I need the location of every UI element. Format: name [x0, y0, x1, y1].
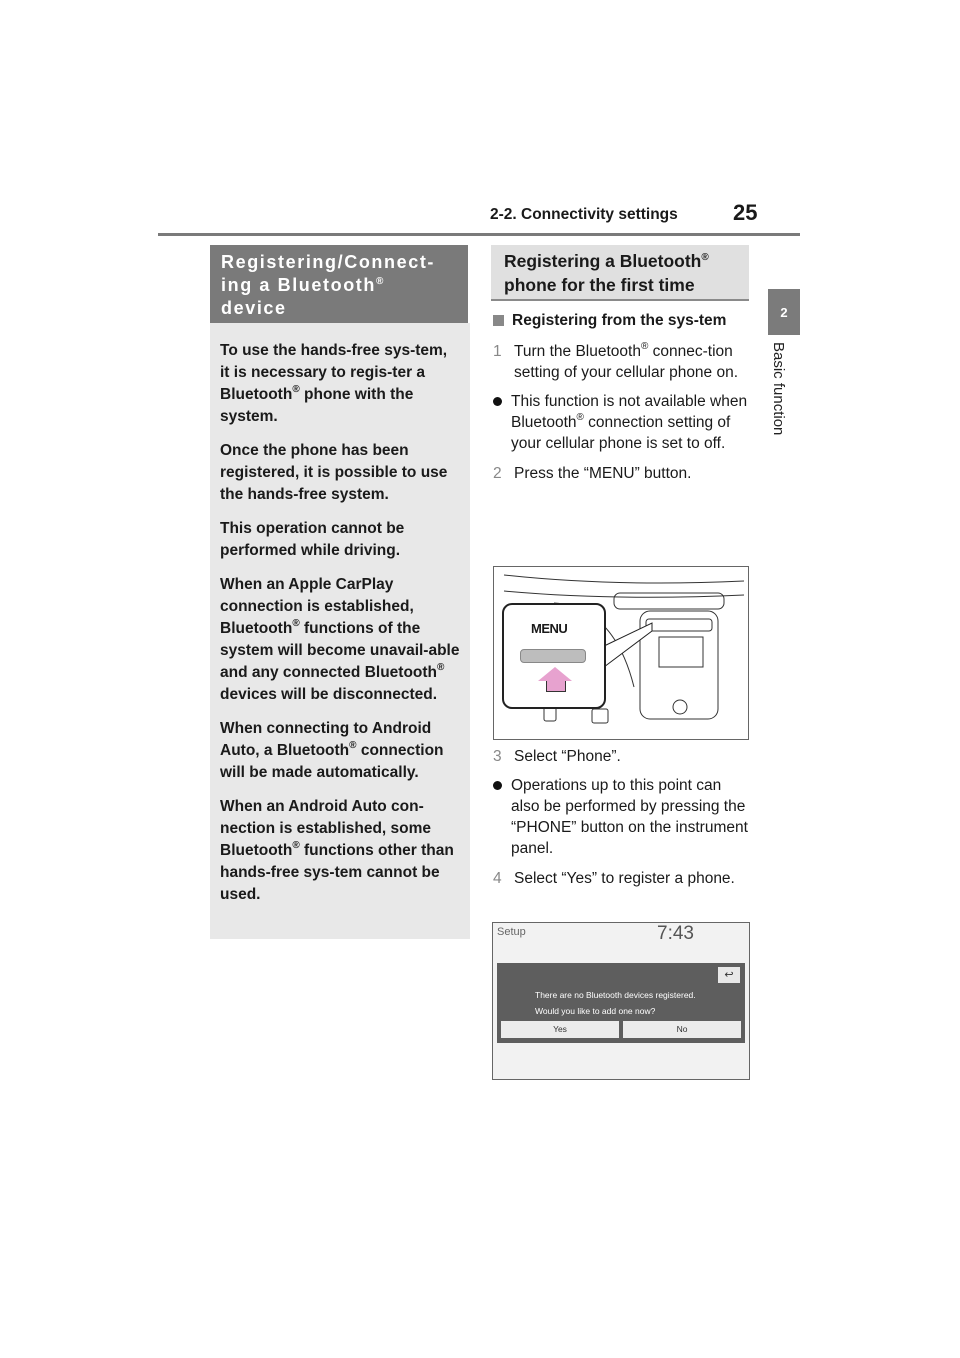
registered-mark: ®: [437, 662, 445, 673]
step-1: 1 Turn the Bluetooth® connec-tion setting…: [493, 341, 753, 383]
left-paragraph: Once the phone has been registered, it i…: [220, 440, 460, 506]
section-title: 2-2. Connectivity settings: [490, 206, 678, 223]
step-text: Turn the Bluetooth® connec-tion setting …: [514, 341, 753, 383]
left-heading-line1: Registering/Connect-: [221, 252, 436, 272]
chapter-tab: 2: [768, 289, 800, 335]
left-box-heading: Registering/Connect- ing a Bluetooth® de…: [210, 245, 468, 323]
left-paragraph: This operation cannot be performed while…: [220, 518, 460, 562]
text: devices will be disconnected.: [220, 686, 438, 703]
right-heading-line1: Registering a Bluetooth®: [504, 249, 749, 273]
left-heading-text: ing a Bluetooth: [221, 275, 376, 295]
bullet-2: Operations up to this point can also be …: [493, 775, 753, 859]
bullet-dot-icon: [493, 781, 502, 790]
menu-button-illustration: MENU: [493, 566, 749, 740]
header-divider: [158, 233, 800, 236]
registered-mark: ®: [701, 252, 709, 263]
right-column-middle: 3 Select “Phone”. Operations up to this p…: [493, 746, 753, 897]
bullet-dot-icon: [493, 397, 502, 406]
left-box-body: To use the hands-free sys-tem, it is nec…: [210, 323, 470, 939]
right-heading-line2: phone for the first time: [504, 275, 695, 295]
left-paragraph: When an Android Auto con-nection is esta…: [220, 796, 460, 906]
text: Turn the Bluetooth: [514, 343, 641, 360]
register-dialog: ↩ There are no Bluetooth devices registe…: [497, 963, 745, 1043]
menu-label: MENU: [531, 621, 568, 636]
menu-callout: MENU: [502, 603, 606, 709]
chapter-label-wrap: Basic function: [770, 342, 794, 482]
subheading-text: Registering from the sys-tem: [512, 312, 727, 329]
left-paragraph: To use the hands-free sys-tem, it is nec…: [220, 340, 460, 428]
back-icon[interactable]: ↩: [718, 967, 740, 983]
screen-time: 7:43: [657, 923, 694, 944]
registered-mark: ®: [375, 276, 385, 287]
press-arrow-stem: [546, 681, 566, 692]
message-line: There are no Bluetooth devices registere…: [535, 990, 696, 1000]
bullet-1: This function is not available when Blue…: [493, 391, 753, 454]
step-number: 2: [493, 465, 502, 482]
left-heading-line2: ing a Bluetooth®: [221, 274, 468, 297]
left-paragraph: When an Apple CarPlay connection is esta…: [220, 574, 460, 706]
left-paragraph: When connecting to Android Auto, a Bluet…: [220, 718, 460, 784]
setup-screen-illustration: Setup 7:43 ↩ There are no Bluetooth devi…: [492, 922, 750, 1080]
text: This operation cannot be performed while…: [220, 520, 405, 559]
step-4: 4 Select “Yes” to register a phone.: [493, 868, 753, 889]
step-text: Select “Phone”.: [514, 748, 621, 765]
screen-title: Setup: [497, 926, 526, 938]
press-arrow-icon: [538, 667, 572, 681]
registered-mark: ®: [292, 840, 300, 851]
chapter-label: Basic function: [770, 342, 787, 436]
registered-mark: ®: [292, 618, 300, 629]
text: Once the phone has been registered, it i…: [220, 442, 448, 503]
no-button[interactable]: No: [623, 1021, 741, 1038]
subheading: Registering from the sys-tem: [493, 310, 753, 331]
square-bullet-icon: [493, 315, 504, 326]
right-box-heading: Registering a Bluetooth® phone for the f…: [491, 245, 749, 301]
step-2: 2 Press the “MENU” button.: [493, 463, 753, 484]
registered-mark: ®: [349, 740, 357, 751]
menu-button-graphic: [520, 649, 586, 663]
dialog-message: There are no Bluetooth devices registere…: [535, 987, 696, 1019]
bullet-text: Operations up to this point can also be …: [511, 777, 748, 857]
chapter-number: 2: [780, 304, 788, 320]
yes-button[interactable]: Yes: [501, 1021, 619, 1038]
registered-mark: ®: [292, 384, 300, 395]
page-number: 25: [733, 200, 758, 225]
step-3: 3 Select “Phone”.: [493, 746, 753, 767]
right-column-top: Registering from the sys-tem 1 Turn the B…: [493, 310, 753, 492]
step-text: Select “Yes” to register a phone.: [514, 870, 735, 887]
step-text: Press the “MENU” button.: [514, 465, 692, 482]
message-line: Would you like to add one now?: [535, 1006, 656, 1016]
text: Registering a Bluetooth: [504, 251, 702, 271]
bullet-text: This function is not available when Blue…: [511, 391, 753, 454]
step-number: 3: [493, 748, 502, 765]
step-number: 4: [493, 870, 502, 887]
registered-mark: ®: [576, 412, 584, 423]
left-heading-line3: device: [221, 298, 287, 318]
step-number: 1: [493, 343, 502, 360]
